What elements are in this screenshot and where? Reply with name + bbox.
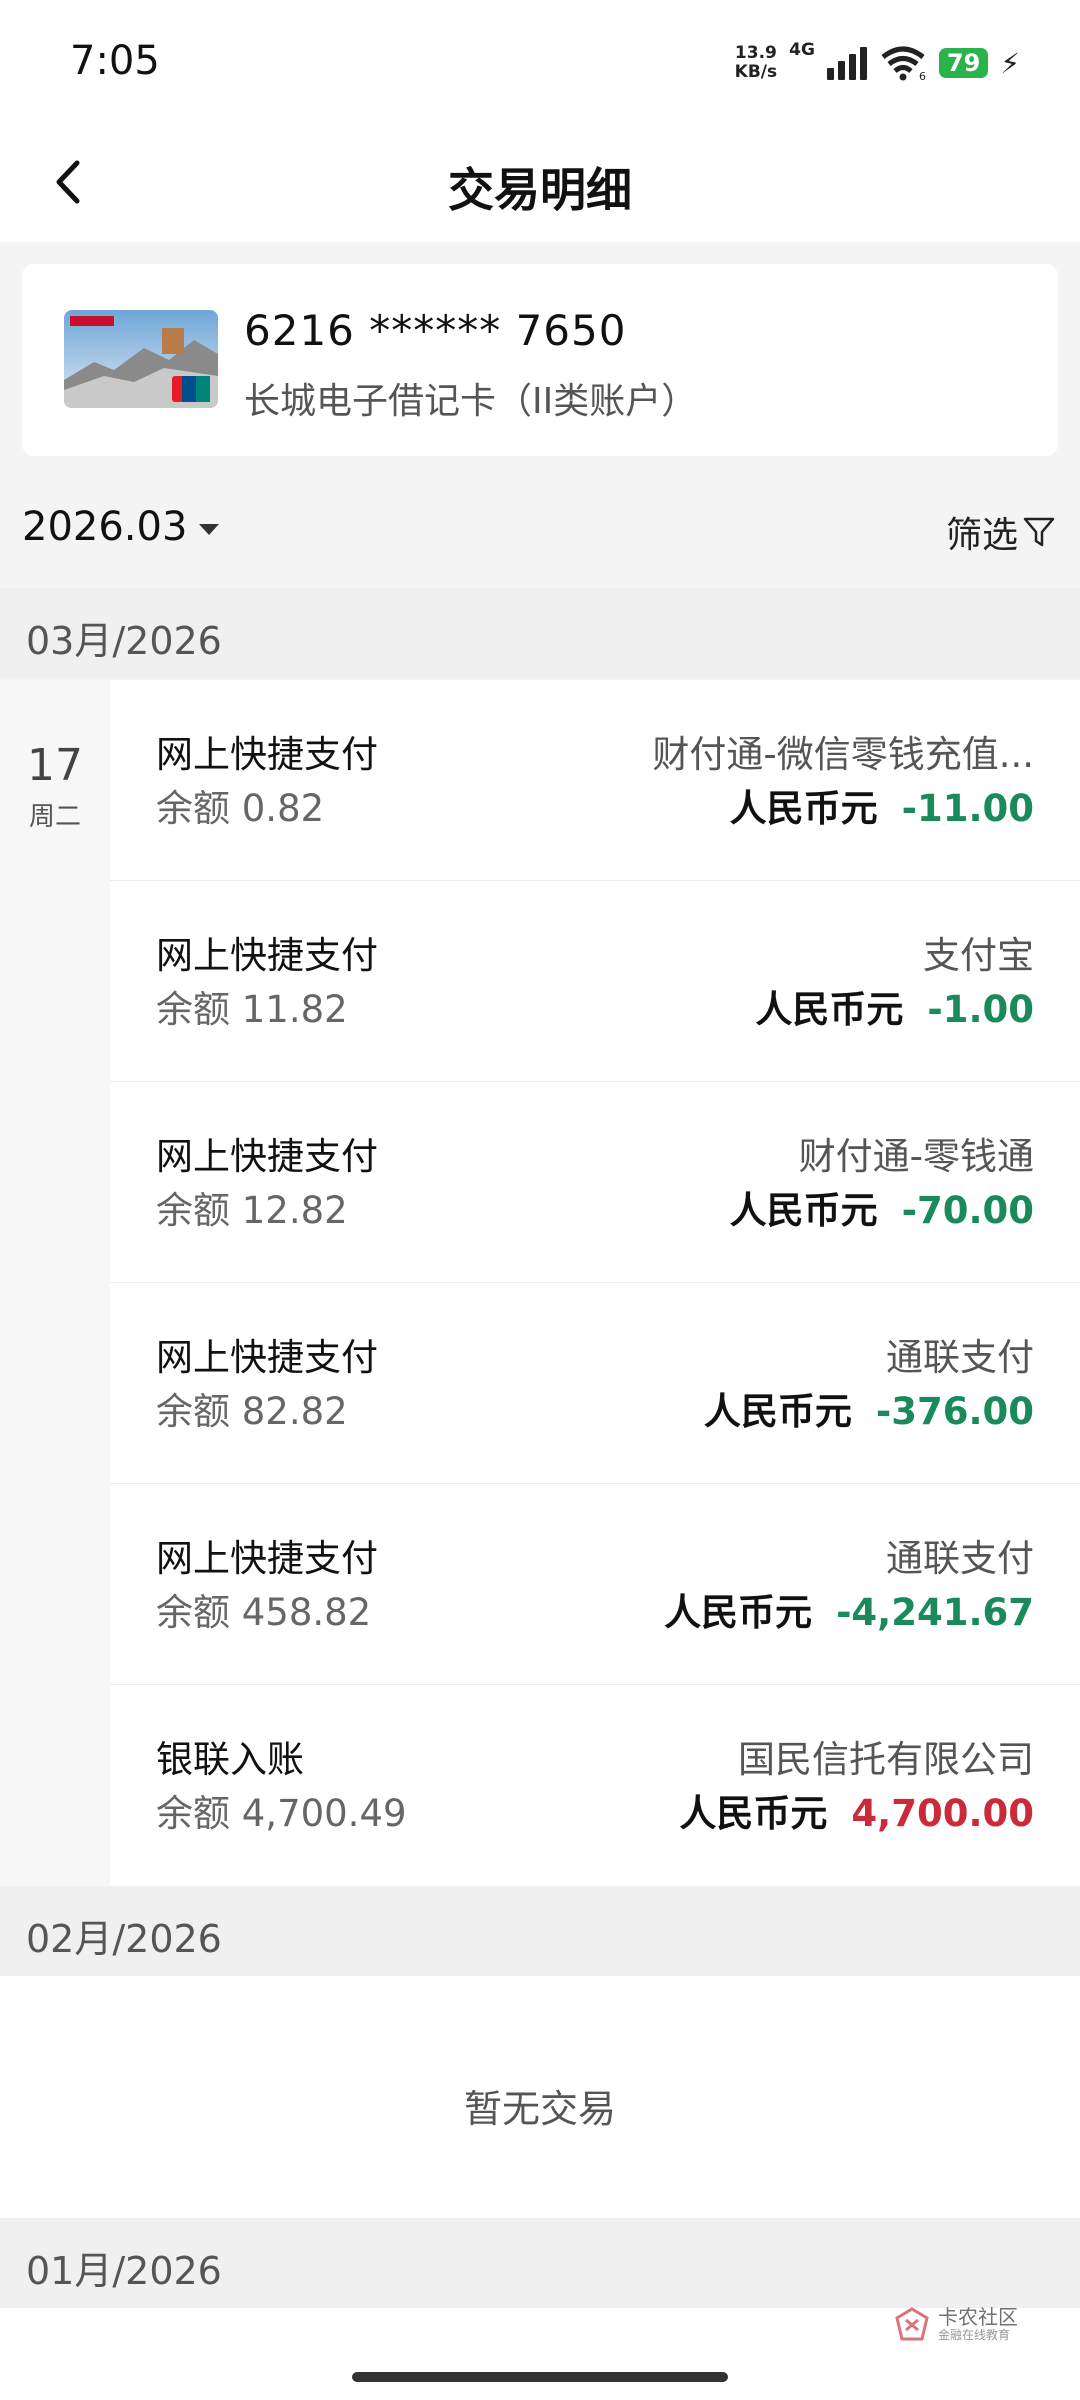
- charging-icon: ⚡: [1000, 46, 1020, 80]
- transaction-type: 网上快捷支付: [156, 733, 378, 776]
- transaction-currency: 人民币元: [729, 787, 878, 830]
- transaction-currency: 人民币元: [664, 1591, 813, 1634]
- date-weekday: 周二: [28, 802, 81, 832]
- month-header: 01月/2026: [0, 2218, 1080, 2308]
- transaction-amount-group: 人民币元 -1.00: [755, 979, 1034, 1033]
- home-indicator[interactable]: [352, 2372, 728, 2382]
- transaction-amount-group: 人民币元 4,700.00: [679, 1783, 1034, 1837]
- transaction-row[interactable]: 网上快捷支付 余额 458.82 通联支付 人民币元 -4,241.67: [110, 1484, 1080, 1685]
- transaction-amount-group: 人民币元 -376.00: [704, 1381, 1034, 1435]
- page-title: 交易明细: [448, 163, 632, 217]
- status-icons: 13.9 KB/s 4G 6 79 ⚡: [735, 38, 1020, 88]
- battery-indicator: 79: [938, 48, 989, 78]
- transaction-type: 网上快捷支付: [156, 1336, 378, 1379]
- transaction-amount: -70.00: [901, 1189, 1034, 1232]
- transaction-type: 网上快捷支付: [156, 1135, 378, 1178]
- filter-row: 2026.03 筛选: [0, 486, 1080, 576]
- transaction-amount: -11.00: [901, 787, 1034, 830]
- status-bar: 7:05 13.9 KB/s 4G 6 79 ⚡: [0, 0, 1080, 124]
- transaction-currency: 人民币元: [755, 988, 904, 1031]
- transaction-balance: 余额 82.82: [156, 1390, 348, 1433]
- transaction-currency: 人民币元: [679, 1792, 828, 1835]
- transaction-currency: 人民币元: [703, 1390, 852, 1433]
- transaction-balance: 余额 458.82: [156, 1591, 372, 1634]
- transaction-payee: 财付通-零钱通: [798, 1135, 1034, 1178]
- network-type: 4G: [789, 40, 815, 60]
- transaction-currency: 人民币元: [729, 1189, 878, 1232]
- svg-text:6: 6: [919, 70, 926, 81]
- month-header: 02月/2026: [0, 1886, 1080, 1976]
- transaction-row[interactable]: 网上快捷支付 余额 11.82 支付宝 人民币元 -1.00: [110, 881, 1080, 1082]
- transaction-amount: 4,700.00: [851, 1792, 1034, 1835]
- wifi-icon: 6: [879, 45, 927, 81]
- funnel-icon: [1023, 517, 1055, 547]
- transaction-payee: 国民信托有限公司: [738, 1738, 1034, 1781]
- transaction-amount-group: 人民币元 -70.00: [730, 1180, 1034, 1234]
- transaction-balance: 余额 4,700.49: [156, 1792, 407, 1835]
- transaction-type: 银联入账: [156, 1738, 304, 1781]
- signal-icon: [826, 46, 867, 80]
- transaction-row[interactable]: 网上快捷支付 余额 12.82 财付通-零钱通 人民币元 -70.00: [110, 1082, 1080, 1283]
- watermark-title: 卡农社区: [938, 2305, 1018, 2329]
- bank-card-image: [64, 310, 218, 408]
- empty-state: 暂无交易: [0, 1976, 1080, 2218]
- card-type-label: 长城电子借记卡（II类账户）: [244, 381, 698, 422]
- transaction-payee: 通联支付: [886, 1336, 1034, 1379]
- transaction-type: 网上快捷支付: [156, 934, 378, 977]
- transaction-list: 网上快捷支付 余额 0.82 财付通-微信零钱充值... 人民币元 -11.00…: [110, 680, 1080, 1886]
- status-time: 7:05: [70, 38, 160, 84]
- transaction-row[interactable]: 网上快捷支付 余额 0.82 财付通-微信零钱充值... 人民币元 -11.00: [110, 680, 1080, 881]
- transaction-amount: -4,241.67: [836, 1591, 1034, 1634]
- watermark-logo-icon: [895, 2307, 929, 2341]
- filter-button[interactable]: 筛选: [946, 506, 1056, 558]
- watermark: 卡农社区 金融在线教育: [894, 2306, 1018, 2342]
- date-column: 17 周二: [0, 680, 110, 1886]
- transactions-section: 17 周二 网上快捷支付 余额 0.82 财付通-微信零钱充值... 人民币元 …: [0, 680, 1080, 1886]
- transaction-balance: 余额 12.82: [156, 1189, 348, 1232]
- filter-label: 筛选: [945, 515, 1018, 556]
- transaction-row[interactable]: 银联入账 余额 4,700.49 国民信托有限公司 人民币元 4,700.00: [110, 1685, 1080, 1886]
- transaction-balance: 余额 0.82: [156, 787, 325, 830]
- transaction-amount: -376.00: [875, 1390, 1034, 1433]
- transaction-payee: 支付宝: [923, 934, 1034, 977]
- transaction-row[interactable]: 网上快捷支付 余额 82.82 通联支付 人民币元 -376.00: [110, 1283, 1080, 1484]
- transaction-balance: 余额 11.82: [156, 988, 348, 1031]
- month-header: 03月/2026: [0, 588, 1080, 678]
- month-picker-value: 2026.03: [22, 504, 188, 550]
- empty-text: 暂无交易: [463, 2087, 616, 2131]
- watermark-subtitle: 金融在线教育: [938, 2328, 1011, 2342]
- app-header: 交易明细: [0, 124, 1080, 242]
- transaction-payee: 通联支付: [886, 1537, 1034, 1580]
- transaction-amount: -1.00: [927, 988, 1034, 1031]
- card-number: 6216 ****** 7650: [244, 306, 627, 355]
- caret-down-icon: [199, 523, 220, 535]
- account-card[interactable]: 6216 ****** 7650 长城电子借记卡（II类账户）: [22, 264, 1058, 456]
- network-speed: 13.9 KB/s: [734, 43, 778, 82]
- month-picker[interactable]: 2026.03: [22, 504, 220, 550]
- transaction-payee: 财付通-微信零钱充值...: [652, 733, 1034, 776]
- transaction-amount-group: 人民币元 -11.00: [730, 778, 1034, 832]
- date-day: 17: [27, 740, 83, 791]
- transaction-type: 网上快捷支付: [156, 1537, 378, 1580]
- transaction-amount-group: 人民币元 -4,241.67: [664, 1582, 1034, 1636]
